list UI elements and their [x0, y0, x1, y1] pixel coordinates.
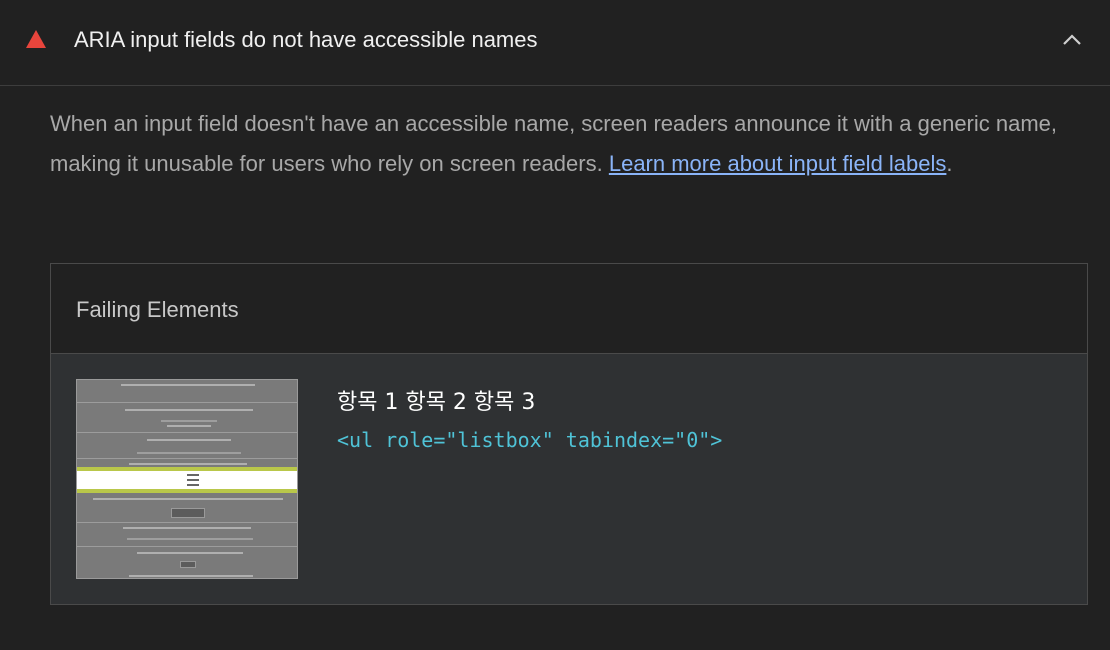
failing-node-label: 항목 1 항목 2 항목 3	[337, 390, 536, 415]
failing-node-snippet: <ul role="listbox" tabindex="0">	[337, 428, 723, 452]
element-screenshot-thumbnail	[76, 379, 298, 579]
audit-title: ARIA input fields do not have accessible…	[74, 27, 538, 52]
table-row[interactable]: 항목 1 항목 2 항목 3 <ul role="listbox" tabind…	[51, 354, 1087, 604]
failing-elements-table: Failing Elements 항목 1 항목 2 항목 3 <ul role…	[50, 263, 1088, 605]
audit-description: When an input field doesn't have an acce…	[50, 104, 1095, 184]
warning-triangle-icon	[26, 30, 46, 48]
table-header-label: Failing Elements	[76, 297, 239, 322]
description-suffix: .	[946, 151, 953, 176]
chevron-up-icon[interactable]	[1060, 30, 1084, 50]
audit-header[interactable]: ARIA input fields do not have accessible…	[0, 0, 1110, 86]
table-header: Failing Elements	[51, 264, 1087, 354]
learn-more-link[interactable]: Learn more about input field labels	[609, 151, 947, 176]
